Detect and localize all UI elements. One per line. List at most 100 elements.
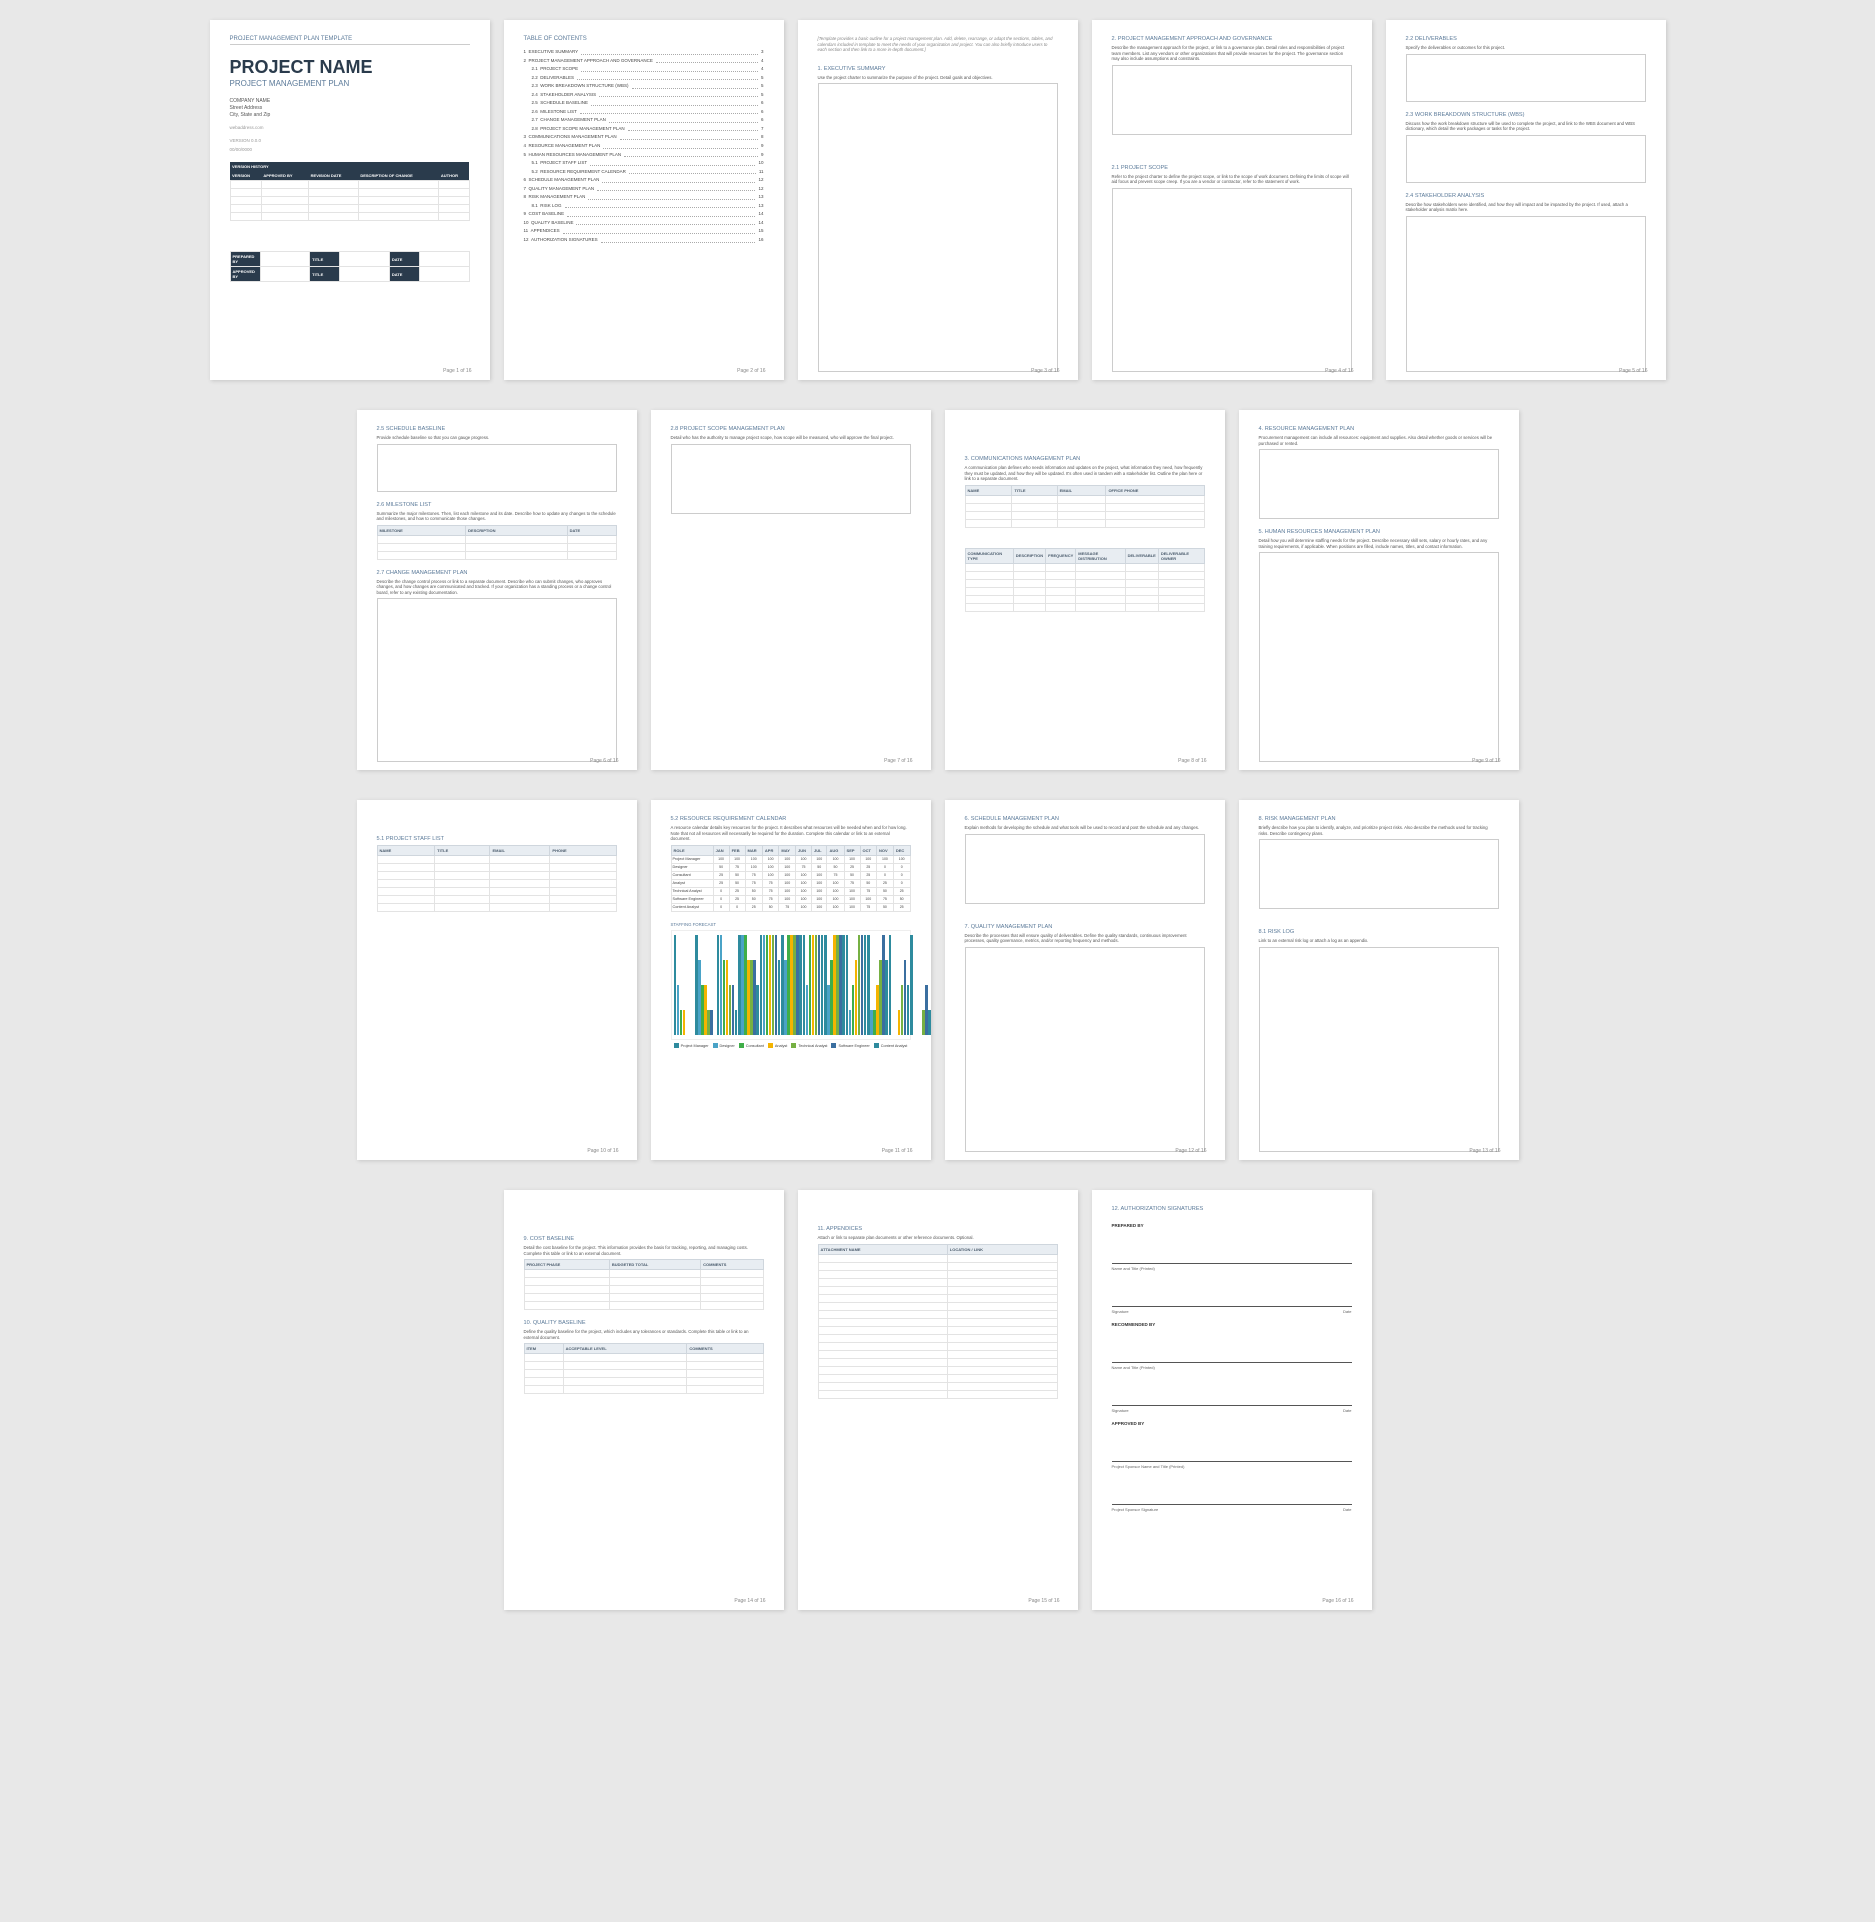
comms-contacts-table: NAMETITLEEMAILOFFICE PHONE xyxy=(965,485,1205,528)
title-label: TITLE xyxy=(310,252,340,267)
schedule-mgmt-box xyxy=(965,834,1205,904)
page-13: 8. RISK MANAGEMENT PLAN Briefly describe… xyxy=(1239,800,1519,1160)
page-footer: Page 15 of 16 xyxy=(1028,1598,1059,1604)
appendices-h: 11. APPENDICES xyxy=(818,1226,1058,1232)
risk-log-h: 8.1 RISK LOG xyxy=(1259,929,1499,935)
resource-box xyxy=(1259,449,1499,519)
stakeholder-p: Describe how stakeholders were identifie… xyxy=(1406,202,1646,213)
scope-mgmt-box xyxy=(671,444,911,514)
hr-p: Detail how you will determine staffing n… xyxy=(1259,538,1499,549)
page-16: 12. AUTHORIZATION SIGNATURES PREPARED BY… xyxy=(1092,1190,1372,1610)
document-grid: PROJECT MANAGEMENT PLAN TEMPLATE PROJECT… xyxy=(20,20,1855,1610)
page-8: 3. COMMUNICATIONS MANAGEMENT PLAN A comm… xyxy=(945,410,1225,770)
chart-legend: Project ManagerDesignerConsultantAnalyst… xyxy=(671,1043,911,1048)
page-footer: Page 10 of 16 xyxy=(587,1148,618,1154)
schedule-baseline-p: Provide schedule baseline so that you ca… xyxy=(377,435,617,441)
signoff-table: PREPARED BYTITLEDATE APPROVED BYTITLEDAT… xyxy=(230,251,470,282)
scope-mgmt-p: Detail who has the authority to manage p… xyxy=(671,435,911,441)
page-11: 5.2 RESOURCE REQUIREMENT CALENDAR A reso… xyxy=(651,800,931,1160)
version-history-title: VERSION HISTORY xyxy=(230,162,469,171)
page-10: 5.1 PROJECT STAFF LIST NAMETITLEEMAILPHO… xyxy=(357,800,637,1160)
approach-h: 2. PROJECT MANAGEMENT APPROACH AND GOVER… xyxy=(1112,36,1352,42)
milestone-h: 2.6 MILESTONE LIST xyxy=(377,502,617,508)
version: VERSION 0.0.0 xyxy=(230,138,470,143)
page-footer: Page 7 of 16 xyxy=(884,758,912,764)
calendar-h: 5.2 RESOURCE REQUIREMENT CALENDAR xyxy=(671,816,911,822)
staff-list-h: 5.1 PROJECT STAFF LIST xyxy=(377,836,617,842)
page-footer: Page 1 of 16 xyxy=(443,368,471,374)
exec-summary-h: 1. EXECUTIVE SUMMARY xyxy=(818,66,1058,72)
staff-list-table: NAMETITLEEMAILPHONE xyxy=(377,845,617,912)
toc-title: TABLE OF CONTENTS xyxy=(524,36,764,42)
comms-h: 3. COMMUNICATIONS MANAGEMENT PLAN xyxy=(965,456,1205,462)
quality-mgmt-h: 7. QUALITY MANAGEMENT PLAN xyxy=(965,924,1205,930)
quality-mgmt-box xyxy=(965,947,1205,1152)
project-title: PROJECT NAME xyxy=(230,57,470,78)
project-subtitle: PROJECT MANAGEMENT PLAN xyxy=(230,79,470,88)
company-street: Street Address xyxy=(230,105,470,112)
cost-baseline-h: 9. COST BASELINE xyxy=(524,1236,764,1242)
prepared-by-label: PREPARED BY xyxy=(230,252,260,267)
signature-label: Signature xyxy=(1112,1309,1129,1314)
version-history-table: VERSION HISTORY VERSIONAPPROVED BYREVISI… xyxy=(230,162,470,221)
hr-h: 5. HUMAN RESOURCES MANAGEMENT PLAN xyxy=(1259,529,1499,535)
page-14: 9. COST BASELINE Detail the cost baselin… xyxy=(504,1190,784,1610)
page-footer: Page 8 of 16 xyxy=(1178,758,1206,764)
deliverables-h: 2.2 DELIVERABLES xyxy=(1406,36,1646,42)
sponsor-signature-label: Project Sponsor Signature xyxy=(1112,1507,1159,1512)
page-footer: Page 13 of 16 xyxy=(1469,1148,1500,1154)
page-2: TABLE OF CONTENTS 1 EXECUTIVE SUMMARY32 … xyxy=(504,20,784,380)
quality-baseline-h: 10. QUALITY BASELINE xyxy=(524,1320,764,1326)
approved-by-label: APPROVED BY xyxy=(230,267,260,282)
approach-p: Describe the management approach for the… xyxy=(1112,45,1352,62)
template-intro: [Template provides a basic outline for a… xyxy=(818,36,1058,53)
web: webaddress.com xyxy=(230,125,470,130)
quality-baseline-table: ITEMACCEPTABLE LEVELCOMMENTS xyxy=(524,1343,764,1394)
comms-p: A communication plan defines who needs i… xyxy=(965,465,1205,482)
doc-header: PROJECT MANAGEMENT PLAN TEMPLATE xyxy=(230,36,470,45)
page-1: PROJECT MANAGEMENT PLAN TEMPLATE PROJECT… xyxy=(210,20,490,380)
page-footer: Page 12 of 16 xyxy=(1175,1148,1206,1154)
date-label2: DATE xyxy=(389,267,419,282)
date-label3: Date xyxy=(1343,1507,1351,1512)
signature-label2: Signature xyxy=(1112,1408,1129,1413)
auth-sig-h: 12. AUTHORIZATION SIGNATURES xyxy=(1112,1206,1352,1212)
page-footer: Page 16 of 16 xyxy=(1322,1598,1353,1604)
page-15: 11. APPENDICES Attach or link to separat… xyxy=(798,1190,1078,1610)
risk-mgmt-h: 8. RISK MANAGEMENT PLAN xyxy=(1259,816,1499,822)
date: 00/00/0000 xyxy=(230,147,470,152)
comms-plan-table: COMMUNICATION TYPEDESCRIPTIONFREQUENCYME… xyxy=(965,548,1205,612)
wbs-box xyxy=(1406,135,1646,183)
date-label: DATE xyxy=(389,252,419,267)
scope-p: Refer to the project charter to define t… xyxy=(1112,174,1352,185)
scope-h: 2.1 PROJECT SCOPE xyxy=(1112,165,1352,171)
risk-mgmt-box xyxy=(1259,839,1499,909)
quality-mgmt-p: Describe the processes that will ensure … xyxy=(965,933,1205,944)
stakeholder-box xyxy=(1406,216,1646,372)
change-p: Describe the change control process or l… xyxy=(377,579,617,596)
page-4: 2. PROJECT MANAGEMENT APPROACH AND GOVER… xyxy=(1092,20,1372,380)
wbs-p: Discuss how the work breakdown structure… xyxy=(1406,121,1646,132)
staffing-chart xyxy=(671,930,911,1040)
appendices-table: ATTACHMENT NAMELOCATION / LINK xyxy=(818,1244,1058,1399)
page-footer: Page 4 of 16 xyxy=(1325,368,1353,374)
stakeholder-h: 2.4 STAKEHOLDER ANALYSIS xyxy=(1406,193,1646,199)
appendices-p: Attach or link to separate plan document… xyxy=(818,1235,1058,1241)
page-footer: Page 11 of 16 xyxy=(882,1148,913,1154)
milestone-table: MILESTONEDESCRIPTIONDATE xyxy=(377,525,617,560)
company-city: City, State and Zip xyxy=(230,112,470,119)
milestone-p: Summarize the major milestones. Then, li… xyxy=(377,511,617,522)
scope-mgmt-h: 2.8 PROJECT SCOPE MANAGEMENT PLAN xyxy=(671,426,911,432)
date-label2: Date xyxy=(1343,1408,1351,1413)
calendar-p: A resource calendar details key resource… xyxy=(671,825,911,842)
approach-box xyxy=(1112,65,1352,135)
page-footer: Page 6 of 16 xyxy=(590,758,618,764)
page-6: 2.5 SCHEDULE BASELINE Provide schedule b… xyxy=(357,410,637,770)
wbs-h: 2.3 WORK BREAKDOWN STRUCTURE (WBS) xyxy=(1406,112,1646,118)
page-9: 4. RESOURCE MANAGEMENT PLAN Procurement … xyxy=(1239,410,1519,770)
cost-baseline-table: PROJECT PHASEBUDGETED TOTALCOMMENTS xyxy=(524,1259,764,1310)
date-label: Date xyxy=(1343,1309,1351,1314)
page-footer: Page 5 of 16 xyxy=(1619,368,1647,374)
exec-summary-box xyxy=(818,83,1058,372)
exec-summary-p: Use the project charter to summarize the… xyxy=(818,75,1058,81)
